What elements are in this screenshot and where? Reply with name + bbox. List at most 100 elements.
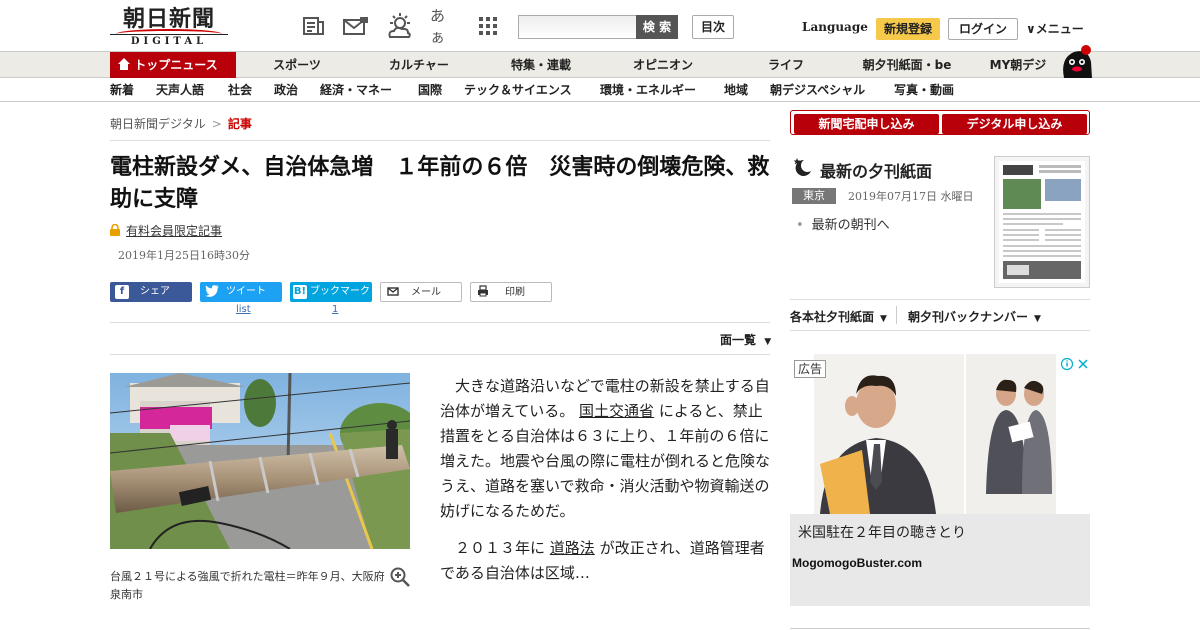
twitter-icon bbox=[205, 285, 219, 299]
morning-link-label: 最新の朝刊へ bbox=[811, 218, 890, 233]
divider bbox=[896, 306, 897, 324]
subscribe-box: 新聞宅配申し込み デジタル申し込み bbox=[790, 110, 1090, 135]
breadcrumb-current: 記事 bbox=[227, 117, 252, 131]
digital-subscribe-button[interactable]: デジタル申し込み bbox=[942, 114, 1087, 134]
bullet-icon: • bbox=[796, 218, 804, 233]
mail-icon bbox=[386, 285, 400, 299]
branch-edition-label: 各本社夕刊紙面 bbox=[790, 310, 875, 324]
lock-icon bbox=[110, 223, 120, 236]
divider bbox=[790, 299, 1090, 300]
hatena-bookmark-button[interactable]: B! ブックマーク bbox=[290, 282, 372, 302]
newspaper-icon[interactable] bbox=[300, 13, 328, 39]
home-delivery-button[interactable]: 新聞宅配申し込み bbox=[794, 114, 939, 134]
login-button[interactable]: ログイン bbox=[948, 18, 1018, 40]
nav-item-label: トップニュース bbox=[134, 58, 218, 72]
font-size-glyph: あぁ bbox=[430, 7, 446, 46]
weather-icon[interactable] bbox=[386, 13, 414, 39]
nav-item-newspaper[interactable]: 朝夕刊紙面・be bbox=[856, 52, 958, 78]
chevron-down-icon: ∨ bbox=[1026, 22, 1036, 36]
advertisement[interactable]: 広告 米国駐在２年目の聴きとり MogomogoBuster.com bbox=[790, 354, 1090, 606]
page-list-dropdown[interactable]: 面一覧 ▼ bbox=[720, 331, 771, 348]
divider bbox=[110, 322, 770, 323]
hatena-label: ブックマーク bbox=[310, 286, 370, 297]
facebook-icon: f bbox=[115, 285, 129, 299]
ad-image[interactable] bbox=[790, 354, 1090, 514]
nav-item-sports[interactable]: スポーツ bbox=[262, 52, 332, 78]
page-list-label: 面一覧 bbox=[720, 333, 757, 347]
back-number-dropdown[interactable]: 朝夕刊バックナンバー ▼ bbox=[908, 308, 1041, 325]
subnav-item-latest[interactable]: 新着 bbox=[110, 78, 134, 102]
mascot-icon[interactable] bbox=[1058, 44, 1094, 78]
nav-item-top-news[interactable]: トップニュース bbox=[110, 52, 236, 78]
ad-title[interactable]: 米国駐在２年目の聴きとり bbox=[798, 522, 966, 542]
evening-edition-title[interactable]: 最新の夕刊紙面 bbox=[820, 158, 932, 182]
nav-item-opinion[interactable]: オピニオン bbox=[622, 52, 704, 78]
hatena-bookmark-count[interactable]: 1 bbox=[332, 304, 338, 315]
caret-down-icon: ▼ bbox=[764, 337, 772, 347]
facebook-share-button[interactable]: f シェア bbox=[110, 282, 192, 302]
language-link[interactable]: Language bbox=[802, 20, 868, 34]
member-only-text: 有料会員限定記事 bbox=[126, 224, 223, 238]
publish-date: 2019年1月25日16時30分 bbox=[118, 249, 250, 262]
site-header: 朝日新聞 DIGITAL あぁ 検 索 目次 Language 新規登録 ログイ… bbox=[0, 0, 1200, 52]
subnav-item-society[interactable]: 社会 bbox=[228, 78, 252, 102]
menu-button[interactable]: ∨メニュー bbox=[1026, 20, 1084, 37]
member-only-label[interactable]: 有料会員限定記事 bbox=[110, 222, 222, 239]
caret-down-icon: ▼ bbox=[1034, 314, 1041, 324]
search-button[interactable]: 検 索 bbox=[636, 15, 678, 39]
print-label: 印刷 bbox=[505, 287, 525, 298]
subnav-item-photo[interactable]: 写真・動画 bbox=[894, 78, 954, 102]
morning-edition-link[interactable]: • 最新の朝刊へ bbox=[796, 214, 890, 233]
mail-button[interactable]: メール bbox=[380, 282, 462, 302]
subnav-item-politics[interactable]: 政治 bbox=[274, 78, 298, 102]
subnav-item-international[interactable]: 国際 bbox=[418, 78, 442, 102]
keyword-link-mlit[interactable]: 国土交通省 bbox=[579, 402, 654, 420]
home-icon bbox=[118, 53, 130, 79]
photo-caption: 台風２１号による強風で折れた電柱＝昨年９月、大阪府泉南市 bbox=[110, 570, 385, 601]
menu-label: メニュー bbox=[1035, 22, 1084, 36]
branch-edition-dropdown[interactable]: 各本社夕刊紙面 ▼ bbox=[790, 308, 887, 325]
breadcrumb-separator: > bbox=[211, 117, 222, 131]
paragraph-text: ２０１３年に bbox=[455, 539, 546, 557]
divider bbox=[790, 330, 1090, 331]
nav-item-life[interactable]: ライフ bbox=[756, 52, 816, 78]
ad-choices-icon[interactable] bbox=[1060, 356, 1090, 371]
divider bbox=[790, 628, 1090, 629]
subnav-item-special[interactable]: 朝デジスペシャル bbox=[770, 78, 865, 102]
ad-domain[interactable]: MogomogoBuster.com bbox=[792, 556, 922, 570]
search-input[interactable] bbox=[518, 15, 637, 39]
breadcrumb-home[interactable]: 朝日新聞デジタル bbox=[110, 117, 206, 131]
register-button[interactable]: 新規登録 bbox=[876, 18, 940, 40]
mail-label: メール bbox=[411, 287, 441, 298]
moon-icon bbox=[792, 157, 812, 177]
keyword-link-road-law[interactable]: 道路法 bbox=[550, 539, 595, 557]
newspaper-thumbnail[interactable] bbox=[994, 156, 1090, 288]
print-button[interactable]: 印刷 bbox=[470, 282, 552, 302]
nav-item-my-asadigi[interactable]: MY朝デジ bbox=[982, 52, 1054, 78]
twitter-share-button[interactable]: ツイート bbox=[200, 282, 282, 302]
article-photo[interactable] bbox=[110, 373, 410, 549]
facebook-share-label: シェア bbox=[140, 286, 170, 297]
subnav-item-tech[interactable]: テック＆サイエンス bbox=[464, 78, 572, 102]
apps-grid-icon[interactable] bbox=[474, 13, 502, 39]
article-body: 大きな道路沿いなどで電柱の新設を禁止する自治体が増えている。 国土交通省 による… bbox=[440, 374, 772, 598]
hatena-icon: B! bbox=[293, 285, 307, 299]
font-size-icon[interactable]: あぁ bbox=[430, 7, 458, 46]
subnav-item-environment[interactable]: 環境・エネルギー bbox=[600, 78, 696, 102]
nav-item-features[interactable]: 特集・連載 bbox=[500, 52, 582, 78]
news-mail-icon[interactable] bbox=[342, 13, 370, 39]
twitter-share-count[interactable]: list bbox=[236, 304, 251, 315]
toc-button[interactable]: 目次 bbox=[692, 15, 734, 39]
subnav-item-region[interactable]: 地域 bbox=[724, 78, 748, 102]
zoom-in-icon[interactable] bbox=[390, 567, 410, 587]
breadcrumb: 朝日新聞デジタル > 記事 bbox=[110, 115, 252, 132]
subnav-item-tensei[interactable]: 天声人語 bbox=[156, 78, 204, 102]
evening-edition-date: 2019年07月17日 水曜日 bbox=[848, 190, 974, 203]
sub-nav: 新着 天声人語 社会 政治 経済・マネー 国際 テック＆サイエンス 環境・エネル… bbox=[0, 78, 1200, 102]
site-logo[interactable]: 朝日新聞 DIGITAL bbox=[110, 7, 228, 47]
main-nav: トップニュース スポーツ カルチャー 特集・連載 オピニオン ライフ 朝夕刊紙面… bbox=[0, 45, 1200, 78]
nav-item-culture[interactable]: カルチャー bbox=[380, 52, 458, 78]
region-badge: 東京 bbox=[792, 188, 836, 204]
subnav-item-economy[interactable]: 経済・マネー bbox=[320, 78, 392, 102]
divider bbox=[110, 354, 770, 355]
